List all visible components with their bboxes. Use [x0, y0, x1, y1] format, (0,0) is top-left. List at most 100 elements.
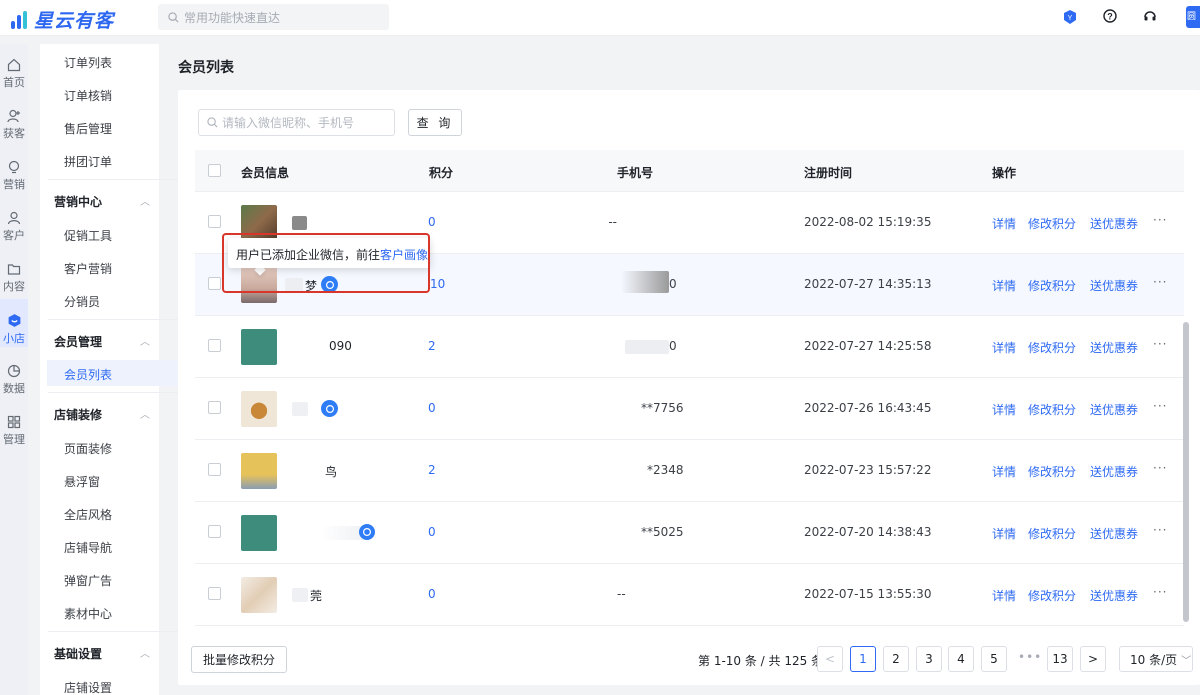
detail-link[interactable]: 详情 — [992, 525, 1016, 542]
send-coupon-link[interactable]: 送优惠券 — [1090, 525, 1138, 542]
nav-shop[interactable]: 小店 — [0, 299, 28, 347]
row-checkbox[interactable] — [208, 339, 221, 352]
edit-points-link[interactable]: 修改积分 — [1028, 215, 1076, 232]
menu-material-center[interactable]: 素材中心 — [64, 605, 112, 622]
menu-after-sales[interactable]: 售后管理 — [64, 120, 112, 137]
menu-group-orders[interactable]: 拼团订单 — [64, 153, 112, 170]
more-actions[interactable]: ··· — [1153, 461, 1167, 475]
edit-points-link[interactable]: 修改积分 — [1028, 401, 1076, 418]
page-2-button[interactable]: 2 — [883, 646, 909, 672]
detail-link[interactable]: 详情 — [992, 215, 1016, 232]
page-size-value: 10 条/页 — [1130, 652, 1178, 667]
detail-link[interactable]: 详情 — [992, 277, 1016, 294]
row-checkbox[interactable] — [208, 401, 221, 414]
send-coupon-link[interactable]: 送优惠券 — [1090, 401, 1138, 418]
send-coupon-link[interactable]: 送优惠券 — [1090, 339, 1138, 356]
edit-points-link[interactable]: 修改积分 — [1028, 463, 1076, 480]
detail-link[interactable]: 详情 — [992, 463, 1016, 480]
menu-popup-ads[interactable]: 弹窗广告 — [64, 572, 112, 589]
page-1-button[interactable]: 1 — [850, 646, 876, 672]
points-value[interactable]: 10 — [430, 277, 445, 291]
edit-points-link[interactable]: 修改积分 — [1028, 339, 1076, 356]
row-checkbox[interactable] — [208, 277, 221, 290]
more-actions[interactable]: ··· — [1153, 585, 1167, 599]
menu-group-decor[interactable]: 店铺装修 ︿ — [54, 406, 150, 423]
query-button[interactable]: 查 询 — [408, 109, 462, 136]
menu-store-settings[interactable]: 店铺设置 — [64, 679, 112, 695]
col-phone: 手机号 — [617, 166, 654, 180]
reg-time-value: 2022-07-15 13:55:30 — [804, 587, 932, 601]
more-actions[interactable]: ··· — [1153, 523, 1167, 537]
menu-promo-tools[interactable]: 促销工具 — [64, 227, 112, 244]
detail-link[interactable]: 详情 — [992, 587, 1016, 604]
pagination-ellipsis[interactable]: ••• — [1018, 650, 1042, 664]
detail-link[interactable]: 详情 — [992, 339, 1016, 356]
points-value[interactable]: 0 — [428, 587, 436, 601]
select-all-checkbox[interactable] — [208, 164, 221, 177]
send-coupon-link[interactable]: 送优惠券 — [1090, 587, 1138, 604]
global-search-input[interactable]: 常用功能快速直达 — [158, 4, 389, 30]
edit-points-link[interactable]: 修改积分 — [1028, 277, 1076, 294]
menu-order-verify[interactable]: 订单核销 — [64, 87, 112, 104]
menu-group-members[interactable]: 会员管理 ︿ — [54, 333, 150, 350]
table-scrollbar[interactable] — [1183, 322, 1189, 622]
detail-link[interactable]: 详情 — [992, 401, 1016, 418]
menu-order-list[interactable]: 订单列表 — [64, 54, 112, 71]
reg-time-value: 2022-08-02 15:19:35 — [804, 215, 932, 229]
edit-points-link[interactable]: 修改积分 — [1028, 525, 1076, 542]
menu-group-basic[interactable]: 基础设置 ︿ — [54, 645, 150, 662]
menu-store-nav[interactable]: 店铺导航 — [64, 539, 112, 556]
nav-data[interactable]: 数据 — [0, 350, 28, 398]
next-page-button[interactable]: > — [1080, 646, 1106, 672]
send-coupon-link[interactable]: 送优惠券 — [1090, 463, 1138, 480]
points-value[interactable]: 0 — [428, 401, 436, 415]
member-name: 鸟 — [325, 465, 338, 479]
menu-customer-marketing[interactable]: 客户营销 — [64, 260, 112, 277]
wechat-work-icon[interactable] — [359, 524, 375, 540]
nav-marketing[interactable]: 营销 — [0, 146, 28, 194]
batch-edit-points-button[interactable]: 批量修改积分 — [191, 646, 287, 673]
row-checkbox[interactable] — [208, 215, 221, 228]
member-search-input[interactable]: 请输入微信昵称、手机号 — [198, 109, 395, 136]
more-actions[interactable]: ··· — [1153, 337, 1167, 351]
user-avatar[interactable]: 圆圆 — [1186, 6, 1200, 28]
send-coupon-link[interactable]: 送优惠券 — [1090, 215, 1138, 232]
row-checkbox[interactable] — [208, 525, 221, 538]
menu-group-marketing[interactable]: 营销中心 ︿ — [54, 193, 150, 210]
brand-shield-icon[interactable]: Y — [1063, 9, 1077, 25]
page-size-select[interactable]: 10 条/页 ﹀ — [1119, 646, 1193, 672]
menu-floating-window[interactable]: 悬浮窗 — [64, 473, 100, 490]
wechat-work-icon[interactable] — [321, 400, 338, 417]
phone-value: -- — [617, 587, 626, 601]
more-actions[interactable]: ··· — [1153, 399, 1167, 413]
help-icon[interactable]: ? — [1103, 9, 1117, 23]
menu-member-list[interactable]: 会员列表 — [64, 366, 112, 383]
points-value[interactable]: 0 — [428, 525, 436, 539]
nav-home[interactable]: 首页 — [0, 44, 28, 92]
page-5-button[interactable]: 5 — [981, 646, 1007, 672]
nav-acquire[interactable]: 获客 — [0, 95, 28, 143]
col-member-info: 会员信息 — [241, 166, 290, 180]
app-logo[interactable]: 星云有客 — [8, 6, 114, 33]
points-value[interactable]: 2 — [428, 463, 436, 477]
page-13-button[interactable]: 13 — [1047, 646, 1073, 672]
menu-distributor[interactable]: 分销员 — [64, 293, 100, 310]
row-checkbox[interactable] — [208, 463, 221, 476]
nav-content[interactable]: 内容 — [0, 248, 28, 296]
page-4-button[interactable]: 4 — [948, 646, 974, 672]
edit-points-link[interactable]: 修改积分 — [1028, 587, 1076, 604]
more-actions[interactable]: ··· — [1153, 275, 1167, 289]
send-coupon-link[interactable]: 送优惠券 — [1090, 277, 1138, 294]
nav-home-label: 首页 — [3, 76, 25, 89]
prev-page-button[interactable]: < — [817, 646, 843, 672]
page-3-button[interactable]: 3 — [916, 646, 942, 672]
headset-icon[interactable] — [1143, 9, 1157, 23]
menu-page-decor[interactable]: 页面装修 — [64, 440, 112, 457]
nav-manage[interactable]: 管理 — [0, 401, 28, 449]
more-actions[interactable]: ··· — [1153, 213, 1167, 227]
nav-customer[interactable]: 客户 — [0, 197, 28, 245]
points-value[interactable]: 2 — [428, 339, 436, 353]
points-value[interactable]: 0 — [428, 215, 436, 229]
menu-store-style[interactable]: 全店风格 — [64, 506, 112, 523]
row-checkbox[interactable] — [208, 587, 221, 600]
